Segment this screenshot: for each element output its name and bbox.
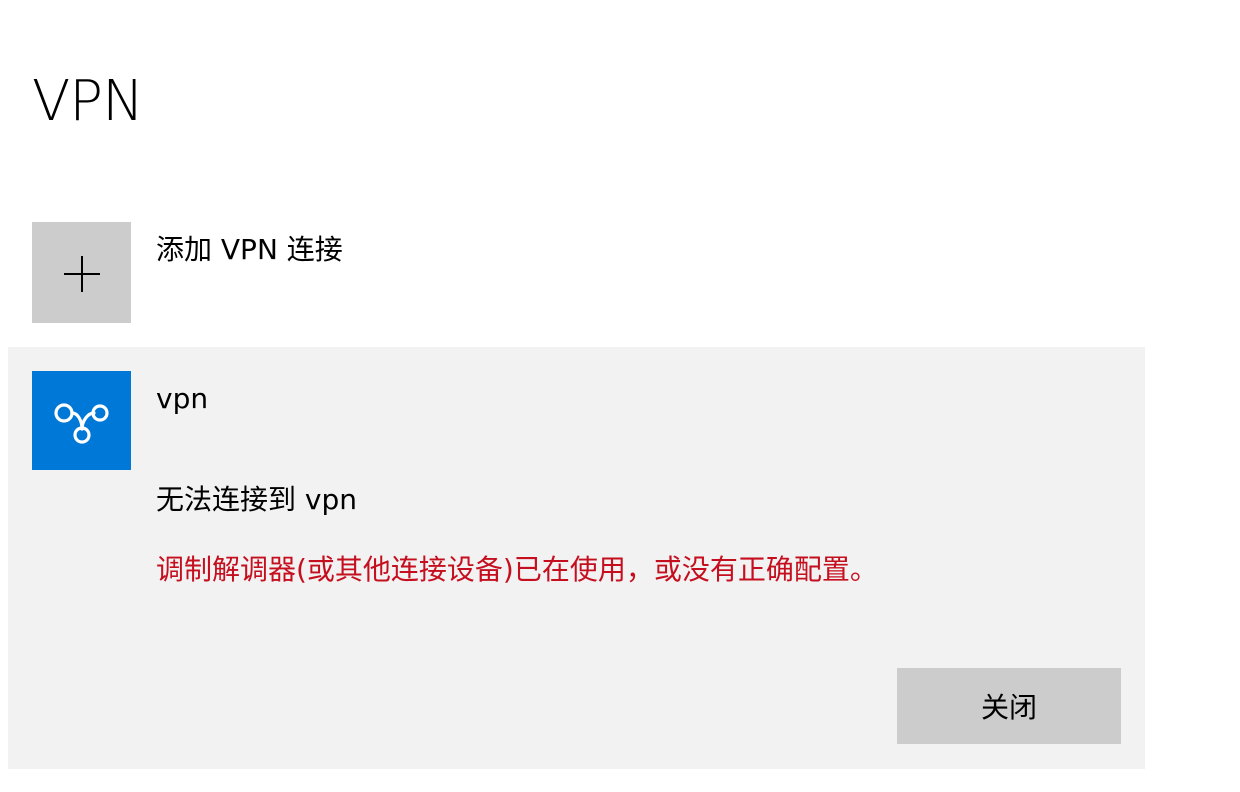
vpn-connection-name: vpn <box>156 382 209 415</box>
close-button[interactable]: 关闭 <box>897 668 1121 744</box>
add-vpn-tile[interactable] <box>32 222 131 323</box>
vpn-connection-card[interactable]: vpn 无法连接到 vpn 调制解调器(或其他连接设备)已在使用，或没有正确配置… <box>8 347 1145 769</box>
connection-error-text: 调制解调器(或其他连接设备)已在使用，或没有正确配置。 <box>156 553 878 586</box>
connection-status-text: 无法连接到 vpn <box>156 483 357 516</box>
vpn-logo-icon <box>54 403 109 444</box>
vpn-connection-tile <box>32 371 131 470</box>
page-title: VPN <box>32 69 144 134</box>
add-vpn-label[interactable]: 添加 VPN 连接 <box>156 230 343 270</box>
add-vpn-connection[interactable]: 添加 VPN 连接 <box>32 222 632 323</box>
plus-icon <box>64 256 100 292</box>
